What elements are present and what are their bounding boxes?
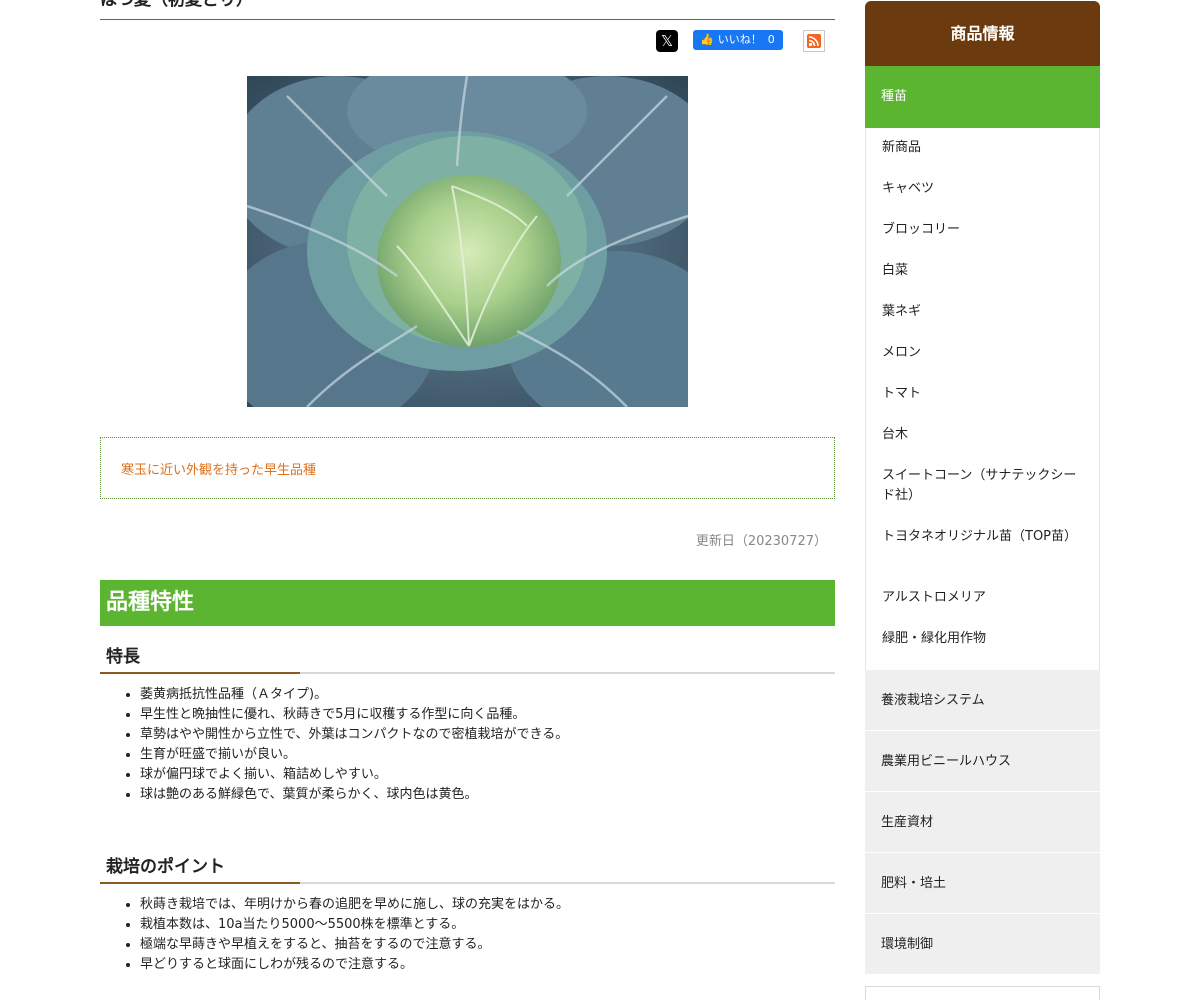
features-heading-label: 特長 [106,647,140,667]
sidebar-item-production-materials[interactable]: 生産資材 [865,792,1100,853]
list-item: 球が偏円球でよく揃い、箱詰めしやすい。 [140,765,830,785]
sidebar-item-hydroponics[interactable]: 養液栽培システム [865,670,1100,731]
cultivation-points-list: 秋蒔き栽培では、年明けから春の追肥を早めに施し、球の充実をはかる。 栽植本数は、… [140,895,830,975]
list-item: 秋蒔き栽培では、年明けから春の追肥を早めに施し、球の充実をはかる。 [140,895,830,915]
sidebar-item-greenhouse[interactable]: 農業用ビニールハウス [865,731,1100,792]
sidebar-item-green-onion[interactable]: 葉ネギ [866,300,1099,341]
share-bar: 𝕏 👍 いいね！ 0 [100,29,835,53]
sidebar-item-chinese-cabbage[interactable]: 白菜 [866,259,1099,300]
sidebar-item-sweet-corn[interactable]: スイートコーン（サナテックシード社） [866,464,1099,525]
cabbage-photo [247,76,688,407]
sidebar-item-tomato[interactable]: トマト [866,382,1099,423]
rss-button[interactable] [803,30,825,52]
x-logo-icon: 𝕏 [660,32,674,50]
sidebar-item-seeds[interactable]: 種苗 [865,66,1100,128]
product-sidebar: 商品情報 種苗 新商品 キャベツ ブロッコリー 白菜 葉ネギ メロン トマト 台… [865,1,1100,975]
list-item: 生育が旺盛で揃いが良い。 [140,745,830,765]
sidebar-item-broccoli[interactable]: ブロッコリー [866,218,1099,259]
features-heading: 特長 [100,644,835,674]
x-share-button[interactable]: 𝕏 [656,30,678,52]
sidebar-item-green-manure[interactable]: 緑肥・緑化用作物 [866,627,1099,668]
sidebar-item-toyotane-seedlings[interactable]: トヨタネオリジナル苗（TOP苗） [866,525,1099,586]
thumbs-up-icon: 👍 [700,33,714,46]
list-item: 早どりすると球面にしわが残るので注意する。 [140,955,830,975]
heading-accent-line [100,672,300,674]
rss-icon [807,34,821,48]
cultivation-points-heading-label: 栽培のポイント [106,857,225,877]
facebook-like-label: いいね！ [717,33,762,46]
sidebar-item-melon[interactable]: メロン [866,341,1099,382]
list-item: 球は艶のある鮮緑色で、葉質が柔らかく、球内色は黄色。 [140,785,830,805]
sidebar-title: 商品情報 [865,1,1100,66]
list-item: 萎黄病抵抗性品種（Ａタイプ)。 [140,685,830,705]
sidebar-item-environment-control[interactable]: 環境制御 [865,914,1100,975]
list-item: 早生性と晩抽性に優れ、秋蒔きで5月に収穫する作型に向く品種。 [140,705,830,725]
heading-accent-line [100,882,300,884]
sidebar-item-fertilizer-soil[interactable]: 肥料・培土 [865,853,1100,914]
cultivation-points-heading: 栽培のポイント [100,854,835,884]
facebook-like-count: 0 [767,33,775,46]
page-title: はつ夏（初夏どり） [100,0,835,20]
list-item: 草勢はやや開性から立性で、外葉はコンパクトなので密植栽培ができる。 [140,725,830,745]
sidebar-item-rootstock[interactable]: 台木 [866,423,1099,464]
list-item: 栽植本数は、10a当たり5000〜5500株を標準とする。 [140,915,830,935]
sidebar-next-box [865,986,1100,1000]
section-title: 品種特性 [100,580,835,626]
facebook-like-button[interactable]: 👍 いいね！ 0 [693,30,783,50]
sidebar-sub-list: 新商品 キャベツ ブロッコリー 白菜 葉ネギ メロン トマト 台木 スイートコー… [865,128,1100,670]
catch-copy-text: 寒玉に近い外観を持った早生品種 [121,463,317,478]
sidebar-item-alstroemeria[interactable]: アルストロメリア [866,586,1099,627]
sidebar-item-cabbage[interactable]: キャベツ [866,177,1099,218]
features-list: 萎黄病抵抗性品種（Ａタイプ)。 早生性と晩抽性に優れ、秋蒔きで5月に収穫する作型… [140,685,830,805]
catch-copy-box: 寒玉に近い外観を持った早生品種 [100,437,835,499]
updated-date: 更新日（20230727） [695,534,827,549]
list-item: 極端な早蒔きや早植えをすると、抽苔をするので注意する。 [140,935,830,955]
sidebar-item-new-products[interactable]: 新商品 [866,136,1099,177]
